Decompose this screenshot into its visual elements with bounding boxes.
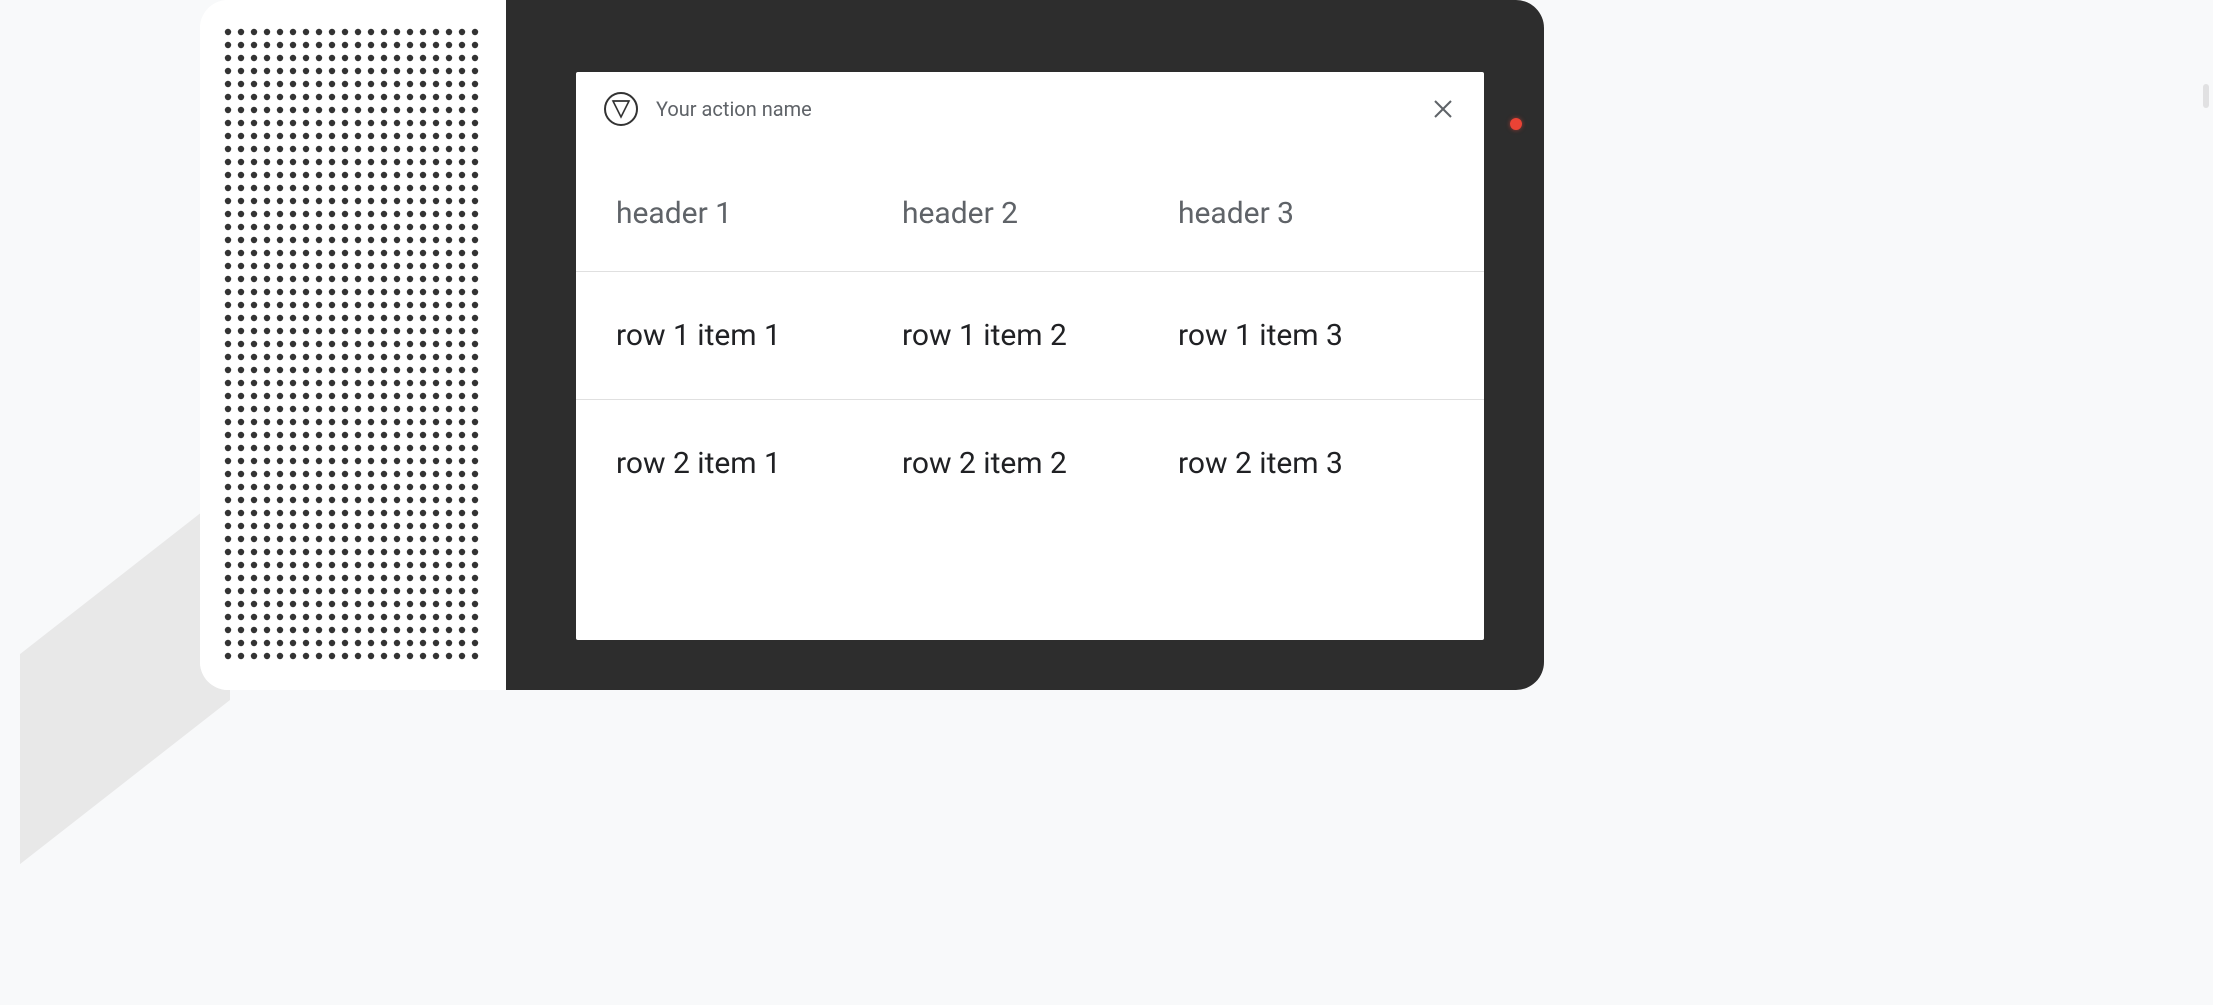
table-cell: row 1 item 3 xyxy=(1168,318,1444,353)
device-frame: Your action name header 1 header 2 heade… xyxy=(200,0,1544,690)
device-screen: Your action name header 1 header 2 heade… xyxy=(506,0,1544,690)
table-header-cell: header 3 xyxy=(1168,196,1444,231)
table-cell: row 1 item 2 xyxy=(882,318,1168,353)
table-header-cell: header 1 xyxy=(616,196,882,231)
table: header 1 header 2 header 3 row 1 item 1 … xyxy=(576,146,1484,527)
speaker-grille-icon xyxy=(224,28,482,662)
table-header-row: header 1 header 2 header 3 xyxy=(576,146,1484,272)
table-cell: row 2 item 3 xyxy=(1168,446,1444,481)
table-cell: row 2 item 1 xyxy=(616,446,882,481)
close-button[interactable] xyxy=(1430,96,1456,122)
table-cell: row 1 item 1 xyxy=(616,318,882,353)
table-row: row 2 item 1 row 2 item 2 row 2 item 3 xyxy=(576,400,1484,527)
speaker-panel xyxy=(200,0,506,690)
action-logo-icon xyxy=(604,92,638,126)
action-name-label: Your action name xyxy=(656,97,812,121)
card-header: Your action name xyxy=(576,72,1484,146)
action-card: Your action name header 1 header 2 heade… xyxy=(576,72,1484,640)
page-scrollbar[interactable] xyxy=(2203,84,2209,108)
table-header-cell: header 2 xyxy=(882,196,1168,231)
table-cell: row 2 item 2 xyxy=(882,446,1168,481)
device-base-shadow xyxy=(20,490,230,864)
recording-indicator-icon xyxy=(1510,118,1522,130)
table-row: row 1 item 1 row 1 item 2 row 1 item 3 xyxy=(576,272,1484,400)
